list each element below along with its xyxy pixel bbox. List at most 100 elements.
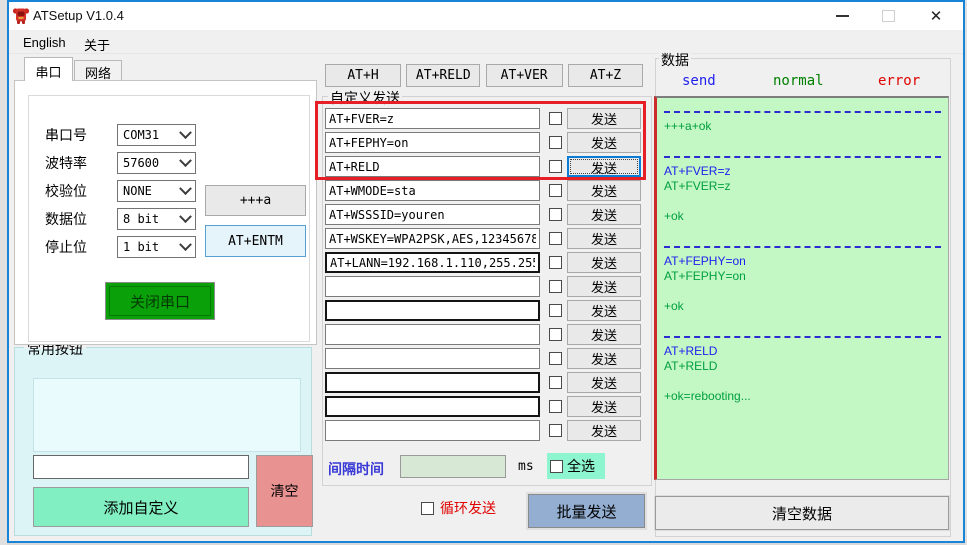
at-entm-button[interactable]: AT+ENTM — [205, 225, 306, 257]
custom-send-row: 发送 — [325, 276, 641, 297]
send-checkbox[interactable] — [549, 112, 562, 125]
custom-command-input[interactable] — [325, 372, 540, 393]
send-checkbox[interactable] — [549, 328, 562, 341]
interval-time-input[interactable] — [400, 455, 506, 478]
custom-command-input[interactable] — [325, 300, 540, 321]
send-checkbox[interactable] — [549, 424, 562, 437]
log-blank-line — [664, 194, 948, 209]
maximize-button[interactable] — [869, 2, 907, 30]
data-log[interactable]: +++a+ok AT+FVER=z AT+FVER=z +ok AT+FEPHY=… — [654, 96, 949, 480]
custom-command-input[interactable] — [325, 252, 540, 273]
send-button[interactable]: 发送 — [567, 396, 641, 417]
quick-button-at-reld[interactable]: AT+RELD — [406, 64, 481, 87]
custom-command-input[interactable] — [325, 276, 540, 297]
send-button[interactable]: 发送 — [567, 108, 641, 129]
custom-command-input[interactable] — [325, 228, 540, 249]
send-checkbox[interactable] — [549, 256, 562, 269]
custom-command-input[interactable] — [325, 204, 540, 225]
clear-data-button[interactable]: 清空数据 — [655, 496, 949, 530]
custom-send-row: 发送 — [325, 204, 641, 225]
custom-send-row: 发送 — [325, 228, 641, 249]
send-button[interactable]: 发送 — [567, 180, 641, 201]
send-checkbox[interactable] — [549, 232, 562, 245]
menu-item-english[interactable]: English — [17, 33, 72, 52]
serial-field-dropdown[interactable]: 57600 — [117, 152, 196, 174]
quick-button-at-ver[interactable]: AT+VER — [485, 64, 563, 87]
send-button[interactable]: 发送 — [567, 132, 641, 153]
chevron-down-icon — [179, 125, 192, 139]
send-button[interactable]: 发送 — [567, 252, 641, 273]
serial-field-dropdown[interactable]: NONE — [117, 180, 196, 202]
serial-field-row: 停止位 1 bit — [45, 233, 196, 261]
send-checkbox[interactable] — [549, 280, 562, 293]
log-separator — [664, 239, 948, 254]
custom-command-input[interactable] — [325, 348, 540, 369]
serial-field-label: 波特率 — [45, 155, 87, 171]
app-window: ATSetup V1.0.4 ✕ English 关于 串口 网络 串口号 COM… — [7, 0, 965, 543]
close-serial-port-button[interactable]: 关闭串口 — [105, 282, 215, 320]
send-checkbox[interactable] — [549, 400, 562, 413]
log-line: +ok — [664, 209, 684, 223]
custom-command-input[interactable] — [325, 420, 540, 441]
clear-button[interactable]: 清空 — [256, 455, 313, 527]
select-all-checkbox[interactable] — [550, 459, 563, 473]
send-button[interactable]: 发送 — [567, 348, 641, 369]
send-checkbox[interactable] — [549, 376, 562, 389]
quick-button-at-z[interactable]: AT+Z — [567, 64, 643, 87]
send-button[interactable]: 发送 — [567, 300, 641, 321]
tab-network[interactable]: 网络 — [74, 60, 122, 81]
data-title: 数据 — [659, 50, 691, 70]
log-separator — [664, 329, 948, 344]
custom-send-row: 发送 — [325, 300, 641, 321]
tab-serial[interactable]: 串口 — [24, 57, 73, 81]
send-checkbox[interactable] — [549, 136, 562, 149]
custom-command-input[interactable] — [325, 180, 540, 201]
send-checkbox[interactable] — [549, 184, 562, 197]
custom-send-row: 发送 — [325, 180, 641, 201]
log-line: AT+RELD — [664, 344, 718, 358]
custom-send-title: 自定义发送 — [328, 88, 402, 108]
serial-field-dropdown[interactable]: 1 bit — [117, 236, 196, 258]
log-line: +ok=rebooting... — [664, 389, 751, 403]
custom-send-row: 发送 — [325, 372, 641, 393]
send-checkbox[interactable] — [549, 304, 562, 317]
minimize-button[interactable] — [823, 2, 861, 30]
send-button[interactable]: 发送 — [567, 372, 641, 393]
custom-send-rows: 发送发送发送发送发送发送发送发送发送发送发送发送发送发送 — [325, 108, 641, 444]
log-blank-line — [664, 374, 948, 389]
send-button[interactable]: 发送 — [567, 228, 641, 249]
close-button[interactable]: ✕ — [917, 2, 955, 30]
send-checkbox[interactable] — [549, 160, 562, 173]
send-button[interactable]: 发送 — [567, 156, 641, 177]
title-bar: ATSetup V1.0.4 ✕ — [9, 2, 963, 30]
custom-command-input[interactable] — [325, 396, 540, 417]
serial-field-row: 波特率 57600 — [45, 149, 196, 177]
log-line: AT+FEPHY=on — [664, 254, 746, 268]
serial-field-dropdown[interactable]: 8 bit — [117, 208, 196, 230]
custom-send-row: 发送 — [325, 396, 641, 417]
send-button[interactable]: 发送 — [567, 420, 641, 441]
send-button[interactable]: 发送 — [567, 324, 641, 345]
send-checkbox[interactable] — [549, 208, 562, 221]
app-icon — [12, 8, 30, 24]
custom-command-input[interactable] — [325, 132, 540, 153]
custom-command-input[interactable] — [325, 324, 540, 345]
loop-send-checkbox[interactable] — [421, 501, 434, 515]
send-button[interactable]: 发送 — [567, 204, 641, 225]
batch-send-button[interactable]: 批量发送 — [528, 494, 645, 528]
send-checkbox[interactable] — [549, 352, 562, 365]
loop-send-wrap: 循环发送 — [421, 498, 496, 518]
chevron-down-icon — [179, 153, 192, 167]
close-icon: ✕ — [929, 7, 943, 25]
custom-command-input[interactable] — [325, 156, 540, 177]
serial-field-dropdown[interactable]: COM31 — [117, 124, 196, 146]
add-custom-button[interactable]: 添加自定义 — [33, 487, 249, 527]
plus-a-button[interactable]: +++a — [205, 185, 306, 216]
common-command-input[interactable] — [33, 455, 249, 479]
send-button[interactable]: 发送 — [567, 276, 641, 297]
quick-button-at-h[interactable]: AT+H — [325, 64, 401, 87]
common-buttons-group: 常用按钮 添加自定义 清空 — [14, 339, 313, 536]
custom-command-input[interactable] — [325, 108, 540, 129]
menu-item-about[interactable]: 关于 — [78, 33, 116, 56]
common-buttons-list[interactable] — [33, 378, 301, 452]
